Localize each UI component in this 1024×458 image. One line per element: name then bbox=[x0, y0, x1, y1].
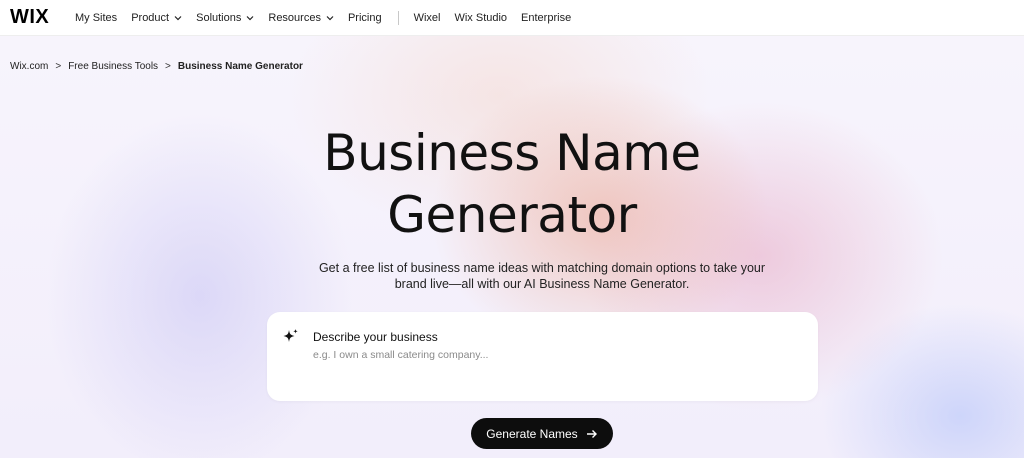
breadcrumb-link-home[interactable]: Wix.com bbox=[10, 61, 48, 72]
chevron-down-icon bbox=[174, 14, 182, 22]
arrow-right-icon bbox=[586, 429, 598, 439]
business-description-input[interactable] bbox=[313, 346, 793, 364]
nav-item-label: My Sites bbox=[75, 11, 118, 24]
sparkle-icon bbox=[282, 328, 300, 346]
business-description-card[interactable]: Describe your business bbox=[267, 312, 818, 401]
page-subtitle: Get a free list of business name ideas w… bbox=[318, 261, 766, 291]
nav-item-label: Solutions bbox=[196, 11, 242, 24]
nav-item-label: Resources bbox=[268, 11, 321, 24]
breadcrumb: Wix.com > Free Business Tools > Business… bbox=[10, 61, 303, 72]
nav-item-resources[interactable]: Resources bbox=[268, 12, 334, 24]
breadcrumb-separator: > bbox=[55, 61, 62, 72]
nav-item-wixel[interactable]: Wixel bbox=[414, 12, 441, 24]
nav-item-wix-studio[interactable]: Wix Studio bbox=[454, 12, 507, 24]
nav-item-pricing[interactable]: Pricing bbox=[348, 12, 382, 24]
top-nav: WIX My Sites Product Solutions Resources… bbox=[0, 0, 1024, 36]
nav-item-label: Product bbox=[131, 11, 170, 24]
nav-item-product[interactable]: Product bbox=[131, 12, 182, 24]
chevron-down-icon bbox=[326, 14, 334, 22]
page-title-line: Generator bbox=[387, 186, 637, 244]
page-title-line: Business Name bbox=[323, 124, 701, 182]
breadcrumb-current: Business Name Generator bbox=[177, 61, 303, 72]
nav-item-label: Wixel bbox=[413, 11, 441, 24]
page-title: Business Name Generator bbox=[0, 122, 1024, 246]
chevron-down-icon bbox=[246, 14, 254, 22]
nav-item-label: Enterprise bbox=[521, 11, 572, 24]
wix-logo[interactable]: WIX bbox=[10, 6, 58, 29]
nav-menu: My Sites Product Solutions Resources Pri… bbox=[75, 10, 585, 25]
breadcrumb-link-free-business-tools[interactable]: Free Business Tools bbox=[68, 61, 158, 72]
generate-names-label: Generate Names bbox=[486, 426, 578, 441]
hero-section: Wix.com > Free Business Tools > Business… bbox=[0, 36, 1024, 458]
nav-item-my-sites[interactable]: My Sites bbox=[75, 12, 117, 24]
nav-item-label: Pricing bbox=[347, 11, 382, 24]
business-description-label: Describe your business bbox=[313, 330, 438, 344]
breadcrumb-separator: > bbox=[165, 61, 171, 72]
nav-divider bbox=[397, 10, 399, 25]
nav-item-solutions[interactable]: Solutions bbox=[196, 12, 254, 24]
nav-item-enterprise[interactable]: Enterprise bbox=[521, 12, 571, 24]
generate-names-button[interactable]: Generate Names bbox=[471, 418, 613, 449]
nav-item-label: Wix Studio bbox=[454, 11, 508, 24]
